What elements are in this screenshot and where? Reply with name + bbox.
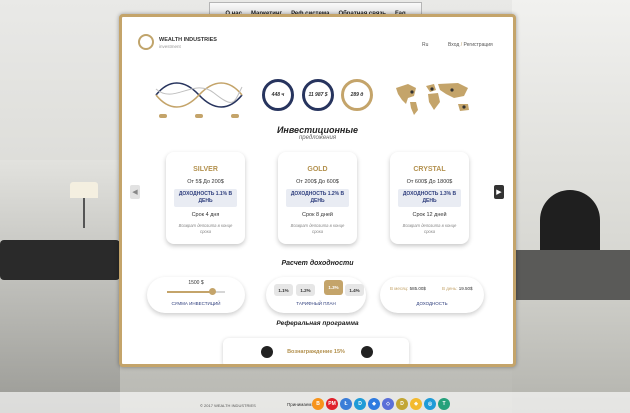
plans-prev-button[interactable]: ◀ [130,185,140,199]
calc-rate-box: 1.1% 1.2% 1.3% 1.4% ТАРИФНЫЙ ПЛАН [266,277,366,313]
payment-method-icon: PM [326,398,338,410]
background-room-left [0,160,120,413]
plan-term: Срок 12 дней [412,212,447,218]
lamp-shade [70,182,98,198]
brand-name[interactable]: WEALTH INDUSTRIES [159,37,217,43]
stat-circle-amount: 11 987 $ [302,79,334,111]
language-switch[interactable]: Ru [422,42,428,48]
plans-next-button[interactable]: ▶ [494,185,504,199]
amount-slider[interactable] [167,288,225,295]
plan-card-gold[interactable]: GOLD От 200$ До 600$ ДОХОДНОСТЬ 1.2% В Д… [278,152,357,244]
payment-method-icon: D [354,398,366,410]
referral-title: Реферальная программа [276,320,359,327]
auth-links: Вход / Регистрация [448,42,493,48]
payment-method-icon: D [396,398,408,410]
income-day: В день: 19.50$ [442,286,473,291]
amount-slider-handle[interactable] [208,288,216,295]
plan-note: Возврат депозита в конце срока [178,223,233,234]
brand-subtitle: investment [159,44,181,49]
calc-title: Расчет доходности [281,260,354,267]
lamp-stem [83,198,85,228]
stat-circle-days: 289 д [341,79,373,111]
calc-amount-box: 1500 $ СУММА ИНВЕСТИЦИЙ [147,277,245,313]
plan-name: GOLD [307,166,328,173]
plan-range: От 200$ До 600$ [296,179,339,185]
plan-yield: ДОХОДНОСТЬ 1.1% В ДЕНЬ [174,189,237,207]
register-link[interactable]: Регистрация [463,42,492,48]
copyright: © 2017 WEALTH INDUSTRIES [200,403,256,408]
invest-title: Инвестиционные [276,125,359,135]
plan-range: От 600$ До 1800$ [406,179,453,185]
chevron-left-icon: ◀ [132,189,138,196]
plan-yield: ДОХОДНОСТЬ 1.2% В ДЕНЬ [286,189,349,207]
wave-markers [159,114,239,118]
plan-note: Возврат депозита в конце срока [402,223,457,234]
rate-option[interactable]: 1.2% [296,284,315,296]
plan-note: Возврат депозита в конце срока [290,223,345,234]
sofa [0,240,120,280]
login-link[interactable]: Вход [448,42,459,48]
wave-marker-icon [195,114,203,118]
payment-method-icon: ◇ [382,398,394,410]
income-day-label: В день: [442,286,458,291]
logo-icon[interactable] [138,34,154,50]
plan-term: Срок 4 дня [191,212,220,218]
plan-name: SILVER [193,166,218,173]
payments-label: Принимаем: [287,402,313,407]
wave-marker-icon [159,114,167,118]
income-month-value: 585.00$ [409,286,426,291]
wave-marker-icon [231,114,239,118]
amount-slider-fill [167,291,212,293]
main-panel: WEALTH INDUSTRIES investment Ru Вход / Р… [119,14,516,367]
stat-circle-hours: 448 ч [262,79,294,111]
payment-method-icon: B [312,398,324,410]
payment-method-icon: T [438,398,450,410]
avatar-icon [361,346,373,358]
rate-option[interactable]: 1.4% [345,284,364,296]
plan-card-crystal[interactable]: CRYSTAL От 600$ До 1800$ ДОХОДНОСТЬ 1.3%… [390,152,469,244]
plan-name: CRYSTAL [413,166,446,173]
plan-range: От 5$ До 200$ [187,179,224,185]
plan-card-silver[interactable]: SILVER От 5$ До 200$ ДОХОДНОСТЬ 1.1% В Д… [166,152,245,244]
stat-hours-value: 448 ч [271,92,285,98]
rate-option-active[interactable]: 1.3% [324,280,343,295]
income-day-value: 19.50$ [458,286,473,291]
stat-days-value: 289 д [350,92,364,98]
plan-term: Срок 8 дней [302,212,333,218]
payment-method-icon: ◎ [424,398,436,410]
income-month: В месяц: 585.00$ [390,286,426,291]
rate-caption: ТАРИФНЫЙ ПЛАН [296,301,336,306]
referral-reward: Вознаграждение 15% [287,349,345,355]
amount-caption: СУММА ИНВЕСТИЦИЙ [171,301,221,306]
world-map-icon [396,83,469,115]
income-month-label: В месяц: [390,286,409,291]
payment-method-icon: ◆ [368,398,380,410]
payment-method-icon: ◈ [410,398,422,410]
calc-income-box: В месяц: 585.00$ В день: 19.50$ ДОХОДНОС… [380,277,484,313]
wave-graphic [155,82,243,108]
payment-method-icon: Ł [340,398,352,410]
office-desk [512,250,630,300]
income-caption: ДОХОДНОСТЬ [416,301,448,306]
rate-option[interactable]: 1.1% [274,284,293,296]
amount-value: 1500 $ [188,280,204,286]
payment-icons: B PM Ł D ◆ ◇ D ◈ ◎ T [312,398,450,410]
invest-subtitle: предложения [298,135,337,141]
referral-box: Вознаграждение 15% [223,338,409,364]
chevron-right-icon: ▶ [496,189,502,196]
plan-yield: ДОХОДНОСТЬ 1.3% В ДЕНЬ [398,189,461,207]
stat-amount-value: 11 987 $ [308,92,328,98]
